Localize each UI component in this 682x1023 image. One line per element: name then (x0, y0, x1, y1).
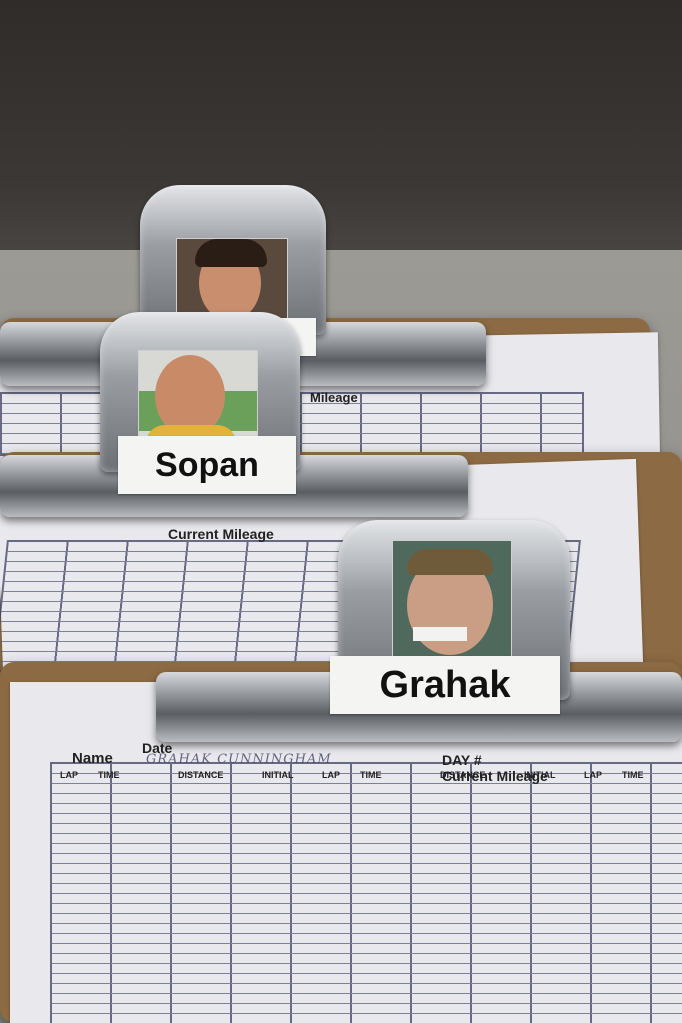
clipboard-front-name-tag: Grahak (330, 656, 560, 714)
clipboard-front-column-headers: LAP TIME DISTANCE INITIAL LAP TIME DISTA… (60, 770, 680, 784)
column-header: LAP (60, 770, 78, 780)
clipboard-front-photo (392, 540, 512, 668)
column-header: DISTANCE (178, 770, 224, 780)
column-header: TIME (622, 770, 644, 780)
clipboard-middle-current-mileage-label: Current Mileage (168, 526, 274, 542)
column-header: LAP (322, 770, 340, 780)
clipboard-middle-photo (138, 350, 258, 444)
clipboard-front-hair (407, 549, 493, 575)
clipboard-back-hair (195, 239, 267, 267)
clipboard-back-photo (176, 238, 288, 320)
column-header: TIME (98, 770, 120, 780)
clipboard-front-current-mileage-label: Current Mileage (442, 768, 548, 784)
column-header: TIME (360, 770, 382, 780)
clipboard-back-mileage-label: Mileage (310, 390, 358, 405)
clipboard-front-photo-sticker (413, 627, 467, 641)
clipboard-middle-name-tag: Sopan (118, 436, 296, 494)
background-wall (0, 0, 682, 265)
column-header: LAP (584, 770, 602, 780)
clipboard-front-name-label: Name (72, 750, 113, 767)
clipboard-front-day-label: DAY # (442, 752, 482, 768)
photo-scene: Mileage oan Current Mileage Sopan LAP TI… (0, 0, 682, 1023)
column-header: INITIAL (262, 770, 294, 780)
clipboard-front-handwritten-name: GRAHAK CUNNINGHAM (146, 752, 332, 767)
clipboard-front-table-grid (50, 762, 682, 1023)
